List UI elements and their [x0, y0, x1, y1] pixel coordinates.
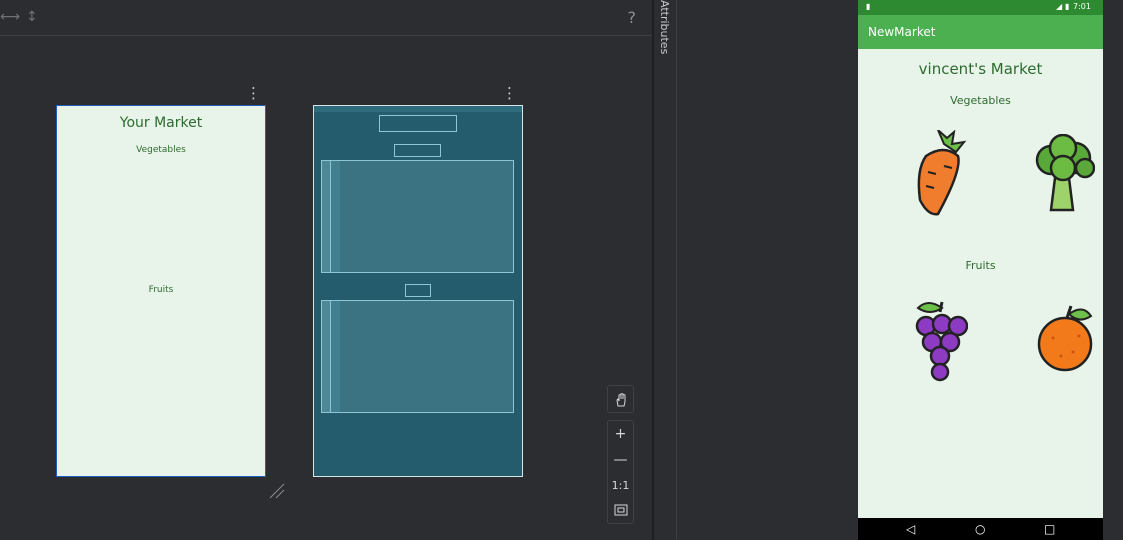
signal-icon: ◢ [1056, 2, 1063, 11]
app-title: NewMarket [868, 25, 936, 39]
layout-editor: ⟷ ↕ ? ⋮ ⋮ Your Market Vegetables Fruits [0, 0, 652, 540]
system-navigation-bar: ◁ ○ □ [858, 518, 1103, 540]
blueprint-top-band [314, 106, 522, 112]
resize-handle-icon[interactable] [266, 480, 288, 502]
status-time: 7:01 [1073, 2, 1091, 11]
back-icon[interactable]: ◁ [906, 522, 915, 536]
horizontal-arrows-icon[interactable]: ⟷ [0, 9, 20, 25]
zoom-controls: + — 1:1 [607, 420, 634, 524]
blueprint-options-menu[interactable]: ⋮ [502, 86, 517, 101]
fit-screen-icon [614, 504, 627, 516]
help-button[interactable]: ? [628, 8, 637, 27]
orange-image[interactable] [1033, 304, 1095, 372]
carrot-image[interactable] [914, 130, 970, 218]
design-preview[interactable]: Your Market Vegetables Fruits [56, 105, 266, 477]
battery-icon: ▮ [1065, 2, 1070, 11]
blueprint-preview[interactable] [313, 105, 523, 477]
attributes-tool-window-tab[interactable]: Attributes [654, 0, 677, 540]
emulator-frame-edge [1103, 0, 1123, 540]
hand-icon [615, 392, 625, 407]
editor-toolbar: ⟷ ↕ ? [0, 0, 652, 36]
broccoli-image[interactable] [1033, 134, 1095, 212]
app-bar: NewMarket [858, 15, 1103, 49]
blueprint-fruits-box [405, 284, 431, 297]
blueprint-vegetables-box [394, 144, 441, 157]
pan-button[interactable] [607, 385, 634, 413]
recents-icon[interactable]: □ [1044, 522, 1055, 536]
status-bar: ▮ ◢ ▮ 7:01 [858, 0, 1103, 15]
design-fruits-label: Fruits [148, 285, 174, 295]
zoom-out-button[interactable]: — [608, 447, 633, 473]
design-options-menu[interactable]: ⋮ [246, 86, 261, 101]
vertical-arrows-icon[interactable]: ↕ [26, 9, 38, 25]
sim-card-icon: ▮ [866, 2, 871, 11]
design-title: Your Market [119, 115, 203, 131]
market-title: vincent's Market [918, 60, 1043, 78]
blueprint-fruits-scroll [321, 300, 514, 413]
blueprint-title-box [379, 115, 457, 132]
attributes-tab-label: Attributes [658, 0, 671, 55]
grapes-image[interactable] [914, 298, 968, 382]
actual-size-button[interactable]: 1:1 [608, 473, 633, 499]
home-icon[interactable]: ○ [975, 522, 985, 536]
emulator-screen[interactable]: ▮ ◢ ▮ 7:01 NewMarket vincent's Market Ve… [858, 0, 1103, 540]
fruits-label: Fruits [965, 259, 996, 272]
fit-screen-button[interactable] [608, 499, 633, 525]
zoom-in-button[interactable]: + [608, 421, 633, 447]
vegetables-label: Vegetables [950, 94, 1011, 107]
blueprint-vegetables-scroll [321, 160, 514, 273]
design-vegetables-label: Vegetables [136, 145, 186, 155]
